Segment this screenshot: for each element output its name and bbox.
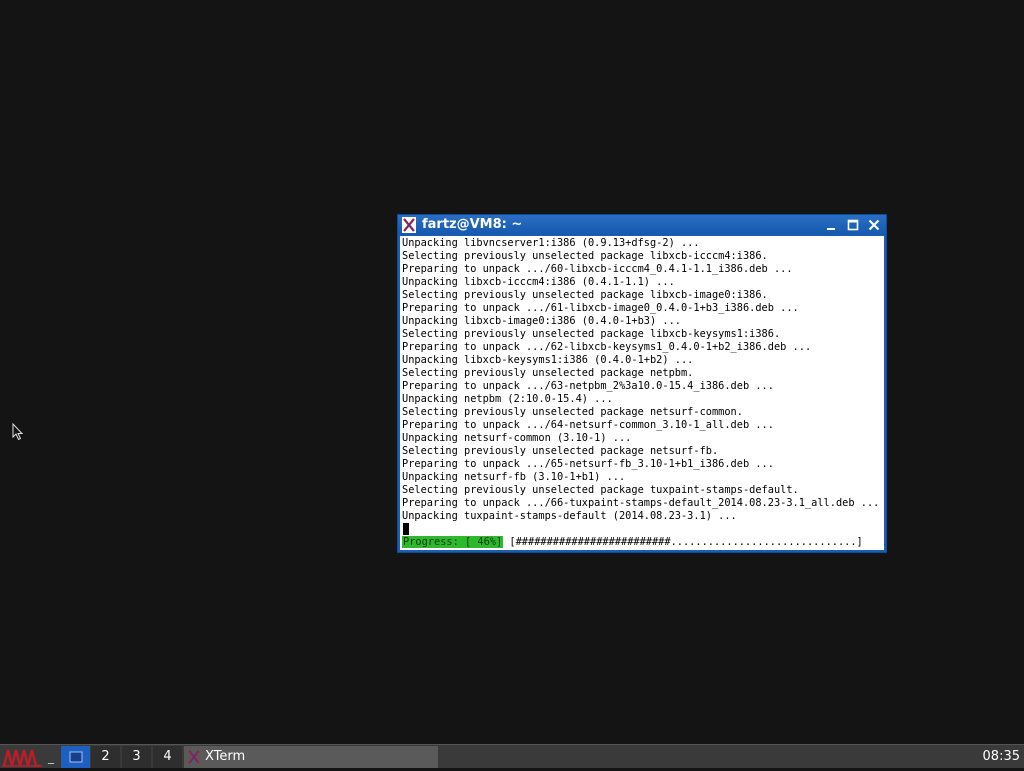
- desktop-switch-2[interactable]: 2: [91, 746, 120, 768]
- window-title: fartz@VM8: ~: [422, 217, 523, 232]
- terminal-line: Unpacking libxcb-image0:i386 (0.4.0-1+b3…: [402, 315, 681, 327]
- taskbar: _ 2 3 4 XTerm 08:35: [0, 744, 1024, 768]
- active-desktop-icon: [69, 751, 82, 763]
- taskbar-item-xterm[interactable]: XTerm: [184, 746, 438, 768]
- maximize-button[interactable]: [846, 218, 860, 232]
- window-titlebar[interactable]: fartz@VM8: ~: [398, 215, 886, 235]
- terminal-line: Selecting previously unselected package …: [402, 445, 719, 457]
- terminal-line: Unpacking libxcb-keysyms1:i386 (0.4.0-1+…: [402, 354, 694, 366]
- terminal-line: Selecting previously unselected package …: [402, 484, 799, 496]
- minimize-button[interactable]: [824, 218, 838, 232]
- progress-row: Progress: [ 46%] [######################…: [402, 536, 863, 549]
- terminal-line: Unpacking netsurf-fb (3.10-1+b1) ...: [402, 471, 626, 483]
- desktop-switch-1[interactable]: [61, 746, 90, 768]
- desktop-switch-4[interactable]: 4: [153, 746, 182, 768]
- terminal-area[interactable]: Unpacking libvncserver1:i386 (0.9.13+dfs…: [400, 236, 884, 550]
- close-button[interactable]: [867, 218, 881, 232]
- terminal-line: Selecting previously unselected package …: [402, 289, 768, 301]
- xterm-icon: [188, 750, 200, 764]
- terminal-line: Selecting previously unselected package …: [402, 250, 768, 262]
- terminal-line: Unpacking netsurf-common (3.10-1) ...: [402, 432, 632, 444]
- show-desktop-button[interactable]: _: [44, 747, 58, 767]
- progress-bar: [#########################..............…: [503, 536, 863, 548]
- progress-label: Progress: [ 46%]: [402, 536, 504, 548]
- taskbar-item-label: XTerm: [205, 749, 246, 764]
- terminal-line: Preparing to unpack .../61-libxcb-image0…: [402, 302, 799, 314]
- terminal-line: Unpacking netpbm (2:10.0-15.4) ...: [402, 393, 613, 405]
- clock[interactable]: 08:35: [983, 745, 1020, 768]
- terminal-line: Selecting previously unselected package …: [402, 367, 694, 379]
- terminal-line: Preparing to unpack .../66-tuxpaint-stam…: [402, 497, 880, 509]
- text-cursor: [403, 523, 409, 535]
- terminal-line: Preparing to unpack .../63-netpbm_2%3a10…: [402, 380, 774, 392]
- terminal-line: Preparing to unpack .../65-netsurf-fb_3.…: [402, 458, 774, 470]
- xterm-icon: [402, 217, 416, 233]
- mouse-pointer-icon: [12, 423, 24, 441]
- start-menu-icon[interactable]: [2, 747, 42, 767]
- terminal-line: Unpacking libvncserver1:i386 (0.9.13+dfs…: [402, 237, 700, 249]
- terminal-line: Preparing to unpack .../62-libxcb-keysym…: [402, 341, 812, 353]
- terminal-line: Selecting previously unselected package …: [402, 406, 743, 418]
- terminal-line: Preparing to unpack .../64-netsurf-commo…: [402, 419, 774, 431]
- desktop-switch-3[interactable]: 3: [122, 746, 151, 768]
- terminal-output: Unpacking libvncserver1:i386 (0.9.13+dfs…: [402, 237, 879, 523]
- terminal-line: Unpacking tuxpaint-stamps-default (2014.…: [402, 510, 737, 522]
- terminal-line: Selecting previously unselected package …: [402, 328, 781, 340]
- terminal-line: Unpacking libxcb-icccm4:i386 (0.4.1-1.1)…: [402, 276, 675, 288]
- xterm-window[interactable]: fartz@VM8: ~ Unpacking libvncserver1:i38…: [397, 214, 887, 553]
- desktop: fartz@VM8: ~ Unpacking libvncserver1:i38…: [0, 0, 1024, 744]
- terminal-line: Preparing to unpack .../60-libxcb-icccm4…: [402, 263, 793, 275]
